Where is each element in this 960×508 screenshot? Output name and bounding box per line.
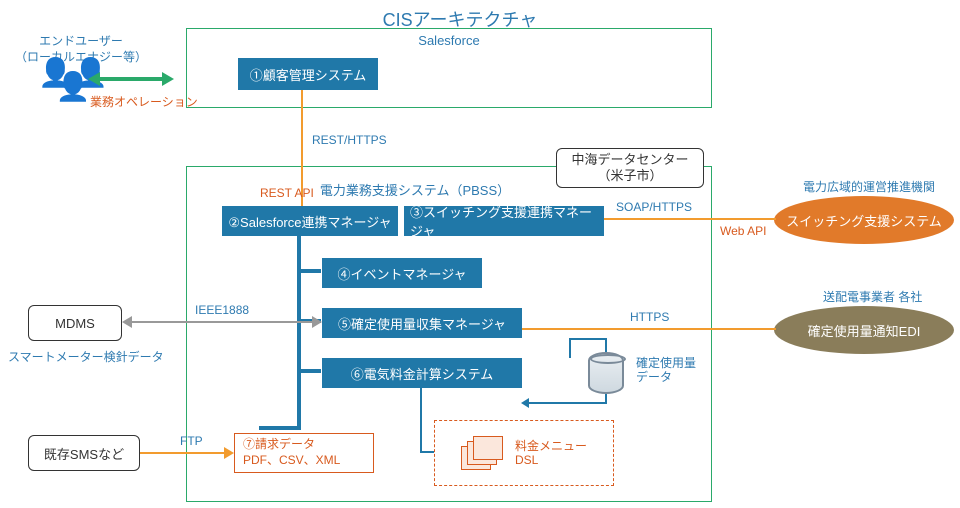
datacenter-line1: 中海データセンター — [571, 152, 688, 168]
connector — [98, 77, 163, 81]
connector — [522, 328, 776, 330]
invoice-line1: ⑦請求データ — [243, 437, 315, 451]
menu-dsl-box: 料金メニュー DSL — [434, 420, 614, 486]
arrow-right-icon — [162, 72, 174, 86]
connector — [605, 338, 607, 352]
ftp-label: FTP — [180, 434, 203, 448]
salesforce-label: Salesforce — [186, 33, 712, 48]
td-org-label: 送配電事業者 各社 — [823, 288, 922, 305]
arrow-left-icon — [521, 398, 529, 408]
rest-api-label: REST API — [260, 186, 314, 200]
usage-manager-box: ⑤確定使用量収集マネージャ — [322, 308, 522, 338]
end-user-label-1: エンドユーザー — [16, 32, 146, 49]
connector — [528, 402, 607, 404]
database-icon — [588, 352, 624, 394]
connector — [301, 269, 321, 273]
web-api-label: Web API — [720, 224, 766, 238]
connector — [131, 321, 313, 323]
mdms-note: スマートメーター検針データ — [8, 348, 164, 365]
arrow-right-icon — [312, 316, 322, 328]
datacenter-box: 中海データセンター （米子市） — [556, 148, 704, 188]
arrow-right-icon — [224, 447, 234, 459]
connector — [420, 388, 422, 453]
connector — [569, 338, 571, 358]
billing-box: ⑥電気料金計算システム — [322, 358, 522, 388]
ieee1888-label: IEEE1888 — [195, 303, 249, 317]
event-manager-box: ④イベントマネージャ — [322, 258, 482, 288]
mdms-box: MDMS — [28, 305, 122, 341]
connector — [604, 218, 776, 220]
db-label-1: 確定使用量 — [636, 356, 696, 370]
connector — [259, 426, 301, 430]
connector — [420, 451, 434, 453]
connector — [140, 452, 225, 454]
sms-box: 既存SMSなど — [28, 435, 140, 471]
switching-org-label: 電力広域的運営推進機関 — [803, 178, 935, 195]
db-label: 確定使用量 データ — [636, 356, 696, 385]
sf-manager-box: ②Salesforce連携マネージャ — [222, 206, 398, 236]
menu-line2: DSL — [515, 453, 538, 467]
invoice-line2: PDF、CSV、XML — [243, 453, 340, 467]
menu-line1: 料金メニュー — [515, 439, 587, 453]
soap-https-label: SOAP/HTTPS — [616, 200, 692, 214]
connector — [569, 338, 605, 340]
rest-https-label: REST/HTTPS — [312, 133, 387, 147]
invoice-box: ⑦請求データ PDF、CSV、XML — [234, 433, 374, 473]
edi-oval: 確定使用量通知EDI — [774, 306, 954, 354]
db-label-2: データ — [636, 370, 672, 384]
connector — [297, 236, 301, 428]
https-label: HTTPS — [630, 310, 669, 324]
switching-system-oval: スイッチング支援システム — [774, 196, 954, 244]
switching-manager-box: ③スイッチング支援連携マネージャ — [404, 206, 604, 236]
cms-box: ①顧客管理システム — [238, 58, 378, 90]
ops-label: 業務オペレーション — [90, 93, 198, 110]
documents-icon — [461, 436, 505, 470]
connector — [301, 369, 321, 373]
datacenter-line2: （米子市） — [597, 168, 662, 184]
pbss-label: 電力業務支援システム（PBSS） — [310, 180, 520, 199]
